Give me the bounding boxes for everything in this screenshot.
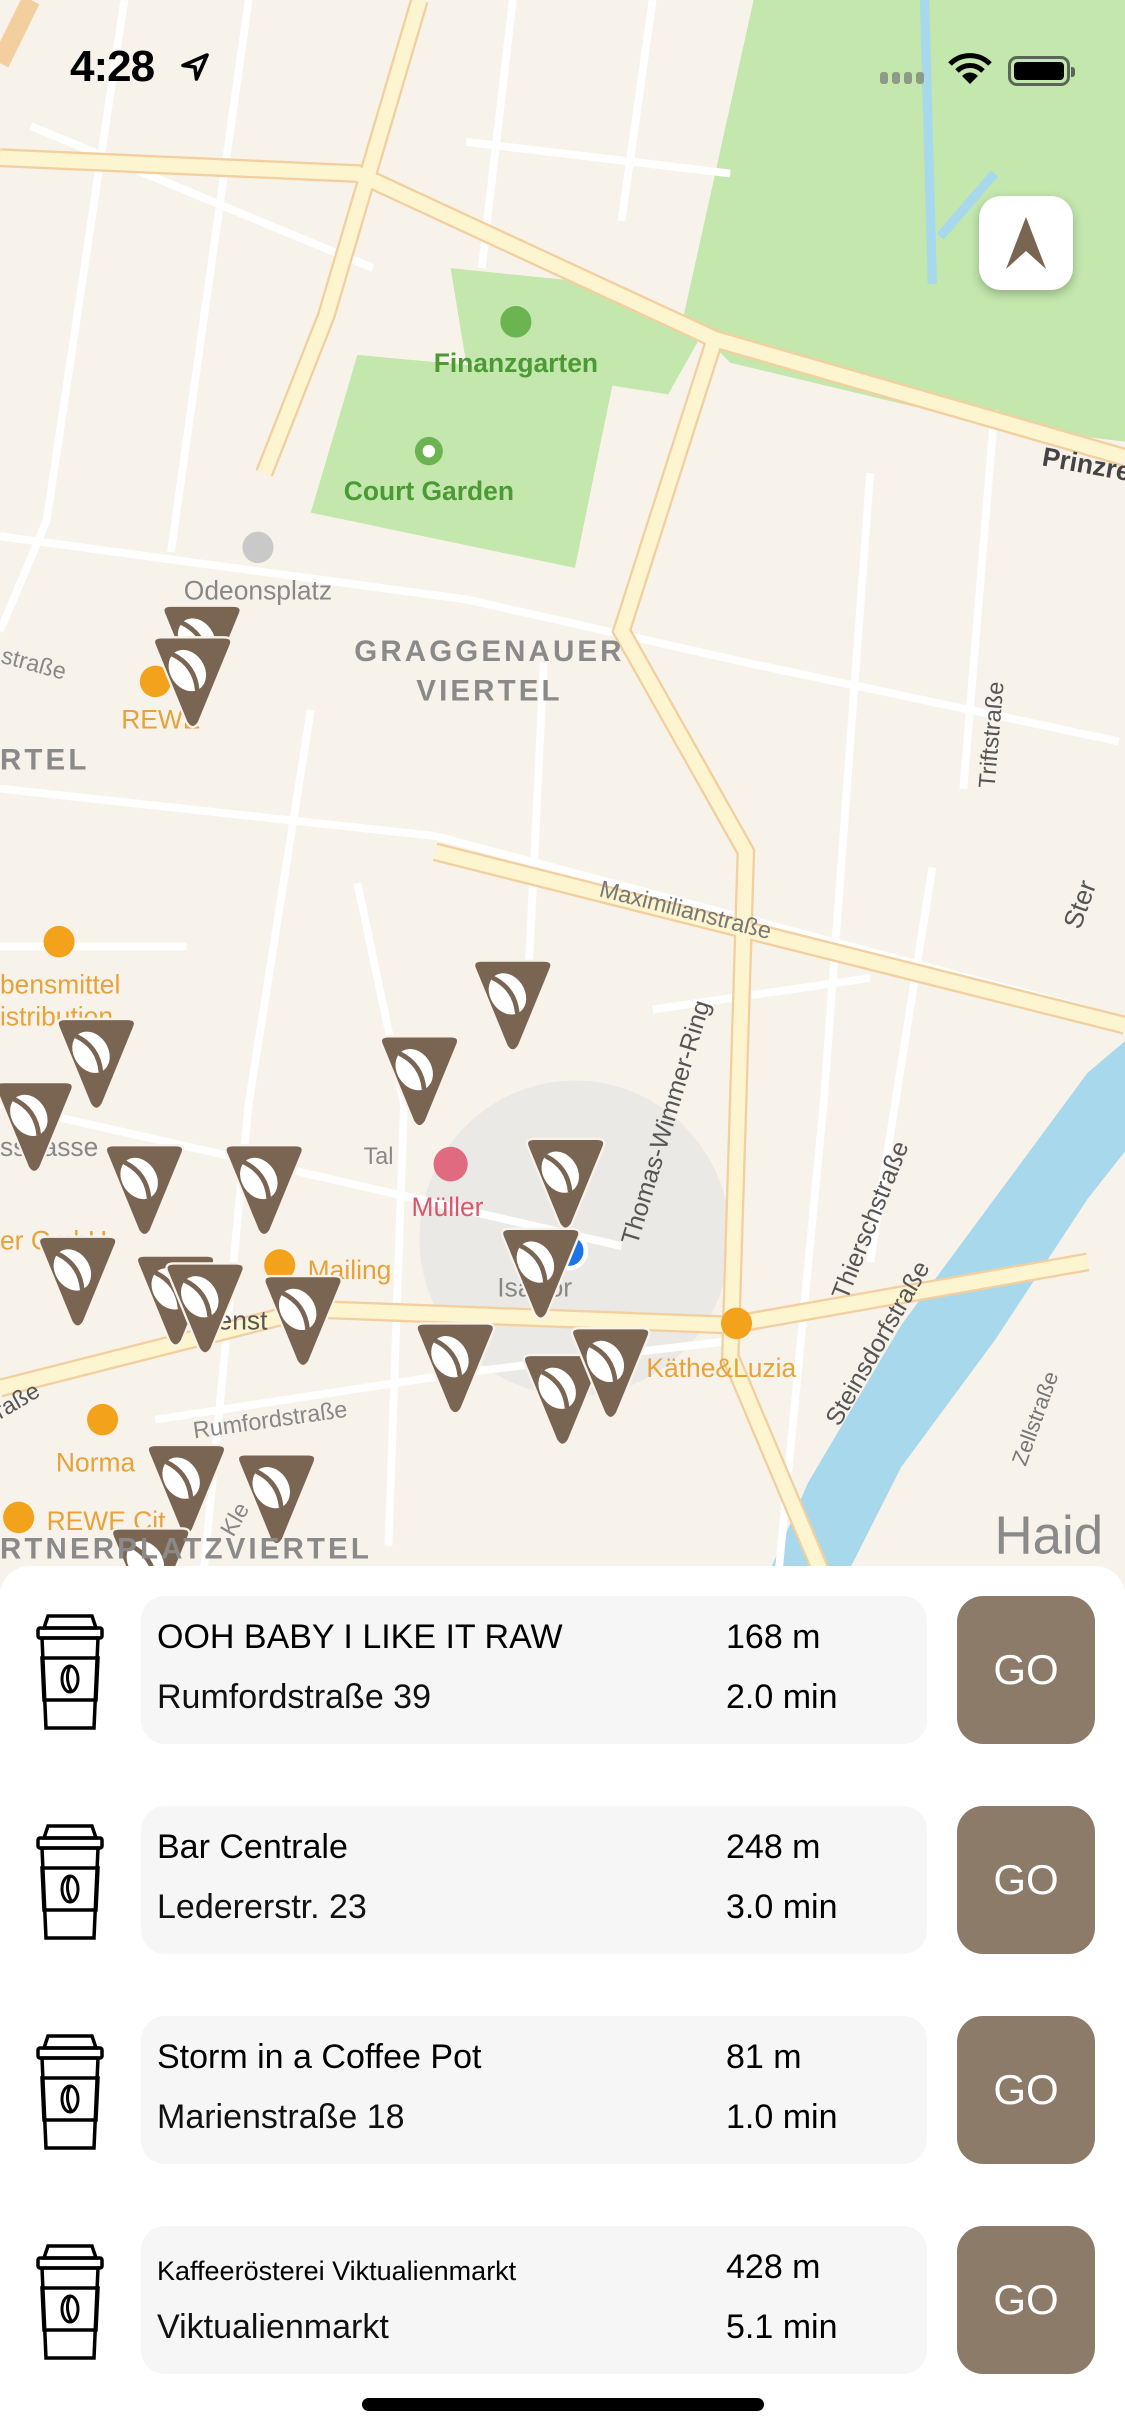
park-icon — [500, 306, 532, 338]
status-time: 4:28 — [70, 42, 155, 91]
cafe-info-card[interactable]: Bar Centrale Ledererstr. 23 248 m 3.0 mi… — [141, 1806, 927, 1954]
label-rtel: RTEL — [0, 744, 89, 777]
cafe-list-item: Kaffeerösterei Viktualienmarkt Viktualie… — [0, 2226, 1125, 2374]
cafe-info-card[interactable]: Kaffeerösterei Viktualienmarkt Viktualie… — [141, 2226, 927, 2374]
coffee-cup-icon — [36, 2244, 104, 2360]
label-muller: Müller — [412, 1192, 484, 1222]
cafe-info-card[interactable]: Storm in a Coffee Pot Marienstraße 18 81… — [141, 2016, 927, 2164]
map-view[interactable]: Finanzgarten Court Garden Odeonsplatz GR… — [0, 0, 1125, 1590]
go-button[interactable]: GO — [957, 1596, 1095, 1744]
coffee-cup-icon — [36, 1824, 104, 1940]
label-haid: Haid — [994, 1506, 1103, 1565]
cafe-walk-time: 1.0 min — [726, 2098, 838, 2136]
label-tal: Tal — [364, 1143, 394, 1169]
label-finanzgarten: Finanzgarten — [434, 348, 598, 378]
cafe-name: Bar Centrale — [157, 1828, 348, 1866]
home-indicator[interactable] — [362, 2398, 764, 2411]
go-button[interactable]: GO — [957, 2016, 1095, 2164]
label-gartnerplatz: RTNERPLATZVIERTEL — [0, 1532, 372, 1565]
label-norma: Norma — [56, 1448, 135, 1478]
cafe-distance: 81 m — [726, 2038, 802, 2076]
cafe-distance: 428 m — [726, 2248, 821, 2286]
coffee-cup-icon — [36, 1614, 104, 1730]
cellular-signal-icon — [880, 72, 924, 84]
cafe-name: OOH BABY I LIKE IT RAW — [157, 1618, 563, 1656]
cafe-distance: 248 m — [726, 1828, 821, 1866]
landmark-icon — [242, 531, 274, 564]
go-button[interactable]: GO — [957, 1806, 1095, 1954]
cafe-list-sheet: OOH BABY I LIKE IT RAW Rumfordstraße 39 … — [0, 1566, 1125, 2436]
cafe-address: Marienstraße 18 — [157, 2098, 405, 2136]
label-graggenauer: GRAGGENAUER — [354, 635, 624, 668]
cafe-walk-time: 3.0 min — [726, 1888, 838, 1926]
cafe-walk-time: 5.1 min — [726, 2308, 838, 2346]
cafe-address: Rumfordstraße 39 — [157, 1678, 431, 1716]
recenter-button[interactable] — [979, 196, 1073, 290]
cafe-list-item: Storm in a Coffee Pot Marienstraße 18 81… — [0, 2016, 1125, 2164]
cafe-list-item: Bar Centrale Ledererstr. 23 248 m 3.0 mi… — [0, 1806, 1125, 1954]
cafe-list-item: OOH BABY I LIKE IT RAW Rumfordstraße 39 … — [0, 1596, 1125, 1744]
cafe-name: Kaffeerösterei Viktualienmarkt — [157, 2256, 517, 2286]
park-icon-dot — [422, 444, 436, 458]
wifi-icon — [948, 53, 992, 84]
navigation-arrow-icon — [1006, 217, 1046, 269]
cafe-name: Storm in a Coffee Pot — [157, 2038, 482, 2076]
cafe-info-card[interactable]: OOH BABY I LIKE IT RAW Rumfordstraße 39 … — [141, 1596, 927, 1744]
cafe-address: Viktualienmarkt — [157, 2308, 389, 2346]
go-button[interactable]: GO — [957, 2226, 1095, 2374]
label-kathe-luzia: Käthe&Luzia — [646, 1353, 796, 1383]
coffee-cup-icon — [36, 2034, 104, 2150]
label-odeonsplatz: Odeonsplatz — [184, 575, 332, 605]
battery-icon — [1008, 56, 1075, 86]
pharmacy-icon — [433, 1146, 468, 1182]
cafe-walk-time: 2.0 min — [726, 1678, 838, 1716]
cafe-address: Ledererstr. 23 — [157, 1888, 367, 1926]
location-arrow-icon — [181, 53, 209, 81]
label-court-garden: Court Garden — [344, 476, 514, 506]
label-viertel: VIERTEL — [416, 674, 562, 707]
cafe-distance: 168 m — [726, 1618, 821, 1656]
label-lebensmittel: bensmittel — [0, 970, 120, 1000]
